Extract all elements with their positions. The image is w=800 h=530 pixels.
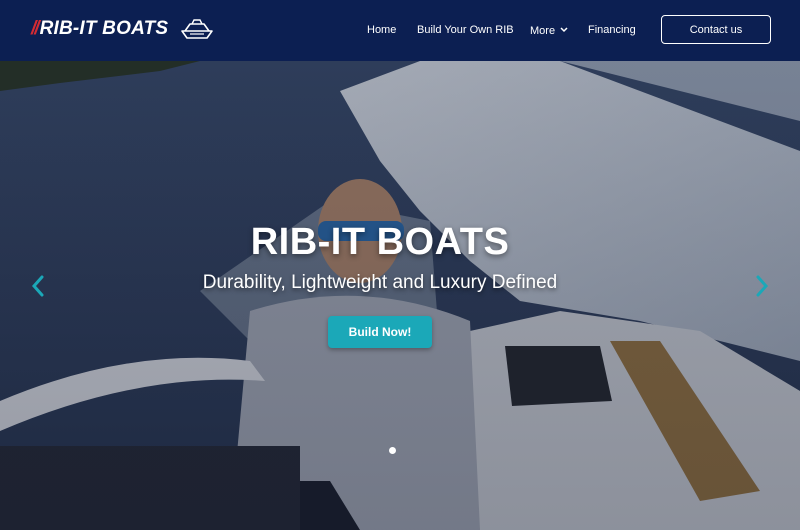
build-now-button[interactable]: Build Now! <box>328 316 432 348</box>
chevron-down-icon <box>560 20 568 40</box>
slider-dot-1[interactable] <box>389 447 396 454</box>
contact-us-button[interactable]: Contact us <box>661 15 771 44</box>
logo-slashes: // <box>31 18 39 39</box>
nav-home[interactable]: Home <box>367 20 396 40</box>
logo-text: RIB-IT BOATS <box>39 18 169 39</box>
nav-more-label: More <box>530 25 556 37</box>
nav-financing[interactable]: Financing <box>588 20 636 40</box>
rib-boat-icon <box>181 19 213 39</box>
chevron-right-icon[interactable] <box>752 271 772 301</box>
site-header: // RIB-IT BOATS Home Build Your Own RIB … <box>0 0 800 61</box>
nav-build-your-own-rib[interactable]: Build Your Own RIB <box>417 20 514 40</box>
hero-subtitle: Durability, Lightweight and Luxury Defin… <box>202 272 558 293</box>
hero-slider: RIB-IT BOATS Durability, Lightweight and… <box>0 61 800 530</box>
chevron-left-icon[interactable] <box>28 271 48 301</box>
nav-more[interactable]: More <box>530 20 568 41</box>
brand-logo[interactable]: // RIB-IT BOATS <box>31 18 168 40</box>
hero-title: RIB-IT BOATS <box>250 221 510 263</box>
hero-background-image <box>0 61 800 530</box>
